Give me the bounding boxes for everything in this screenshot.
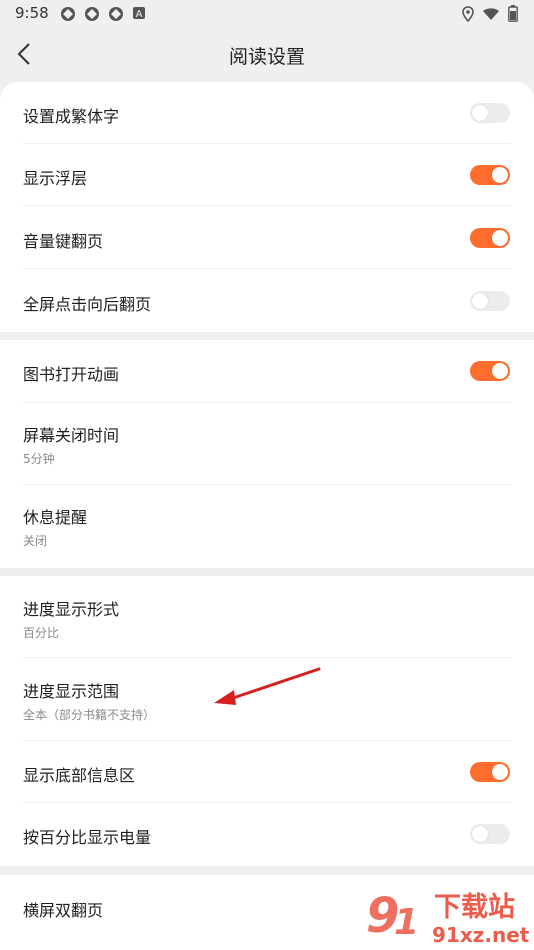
- setting-label: 图书打开动画: [23, 365, 120, 384]
- setting-label: 横屏双翻页: [23, 901, 104, 920]
- toggle-knob: [492, 230, 508, 246]
- setting-label: 屏幕关闭时间: [23, 426, 120, 445]
- app-bar: 阅读设置: [0, 28, 534, 84]
- toggle-knob: [472, 293, 488, 309]
- setting-value: 百分比: [23, 626, 60, 640]
- toggle-knob: [492, 167, 508, 183]
- wifi-icon: [483, 7, 499, 20]
- notification-icons: A: [60, 6, 146, 22]
- watermark-title: 下载站: [434, 892, 515, 923]
- status-time: 9:58: [15, 4, 49, 22]
- setting-value: 关闭: [23, 534, 48, 548]
- setting-row-show-overlay[interactable]: 显示浮层: [23, 144, 511, 206]
- page-title: 阅读设置: [228, 46, 305, 68]
- location-icon: [462, 5, 474, 22]
- toggle-knob: [492, 764, 508, 780]
- setting-row-progress-format[interactable]: 进度显示形式 百分比: [23, 576, 511, 658]
- setting-label: 休息提醒: [23, 508, 88, 527]
- setting-label: 进度显示范围: [23, 682, 120, 701]
- app-notification-icon: [61, 7, 75, 21]
- settings-card-reading: 图书打开动画 屏幕关闭时间 5分钟 休息提醒 关闭: [0, 340, 534, 568]
- watermark-url: 91xz.net: [432, 923, 530, 947]
- bottom-info-area-toggle[interactable]: [470, 762, 510, 782]
- setting-row-book-open-animation[interactable]: 图书打开动画: [23, 340, 511, 403]
- setting-label: 进度显示形式: [23, 600, 120, 619]
- traditional-chinese-toggle[interactable]: [470, 103, 510, 123]
- toggle-knob: [492, 363, 508, 379]
- fullscreen-tap-forward-toggle[interactable]: [470, 291, 510, 311]
- setting-row-screen-off-time[interactable]: 屏幕关闭时间 5分钟: [23, 403, 511, 485]
- show-overlay-toggle[interactable]: [470, 165, 510, 185]
- status-bar: 9:58 A: [0, 0, 534, 28]
- a-letter-icon: A: [133, 7, 145, 20]
- setting-row-bottom-info-area[interactable]: 显示底部信息区: [23, 741, 511, 803]
- svg-text:A: A: [136, 9, 143, 20]
- system-icons: [462, 5, 518, 22]
- settings-card-progress: 进度显示形式 百分比 进度显示范围 全本（部分书籍不支持） 显示底部信息区 按百…: [0, 576, 534, 866]
- setting-label: 设置成繁体字: [23, 107, 120, 126]
- setting-label: 全屏点击向后翻页: [23, 295, 152, 314]
- setting-row-progress-range[interactable]: 进度显示范围 全本（部分书籍不支持）: [23, 658, 511, 741]
- setting-value: 5分钟: [23, 452, 55, 466]
- settings-card-general: 设置成繁体字 显示浮层 音量键翻页 全屏点击向后翻页: [0, 82, 534, 332]
- svg-text:1: 1: [394, 902, 419, 943]
- setting-label: 显示底部信息区: [23, 766, 136, 785]
- toggle-knob: [472, 826, 488, 842]
- site-watermark-logo: 9 1 下载站 91xz.net: [366, 888, 530, 947]
- setting-value: 全本（部分书籍不支持）: [23, 708, 156, 722]
- setting-row-fullscreen-tap-forward[interactable]: 全屏点击向后翻页: [23, 269, 511, 332]
- battery-percentage-toggle[interactable]: [470, 824, 510, 844]
- toggle-knob: [472, 105, 488, 121]
- book-open-animation-toggle[interactable]: [470, 361, 510, 381]
- setting-row-rest-reminder[interactable]: 休息提醒 关闭: [23, 485, 511, 568]
- volume-key-page-turn-toggle[interactable]: [470, 228, 510, 248]
- setting-label: 按百分比显示电量: [23, 828, 152, 847]
- app-notification-icon: [85, 7, 99, 21]
- setting-row-battery-percentage[interactable]: 按百分比显示电量: [23, 803, 511, 866]
- battery-icon: [508, 5, 518, 22]
- app-notification-icon: [109, 7, 123, 21]
- setting-row-traditional-chinese[interactable]: 设置成繁体字: [23, 82, 511, 144]
- setting-label: 显示浮层: [23, 169, 88, 188]
- setting-row-volume-key-page-turn[interactable]: 音量键翻页: [23, 206, 511, 269]
- setting-label: 音量键翻页: [23, 232, 104, 251]
